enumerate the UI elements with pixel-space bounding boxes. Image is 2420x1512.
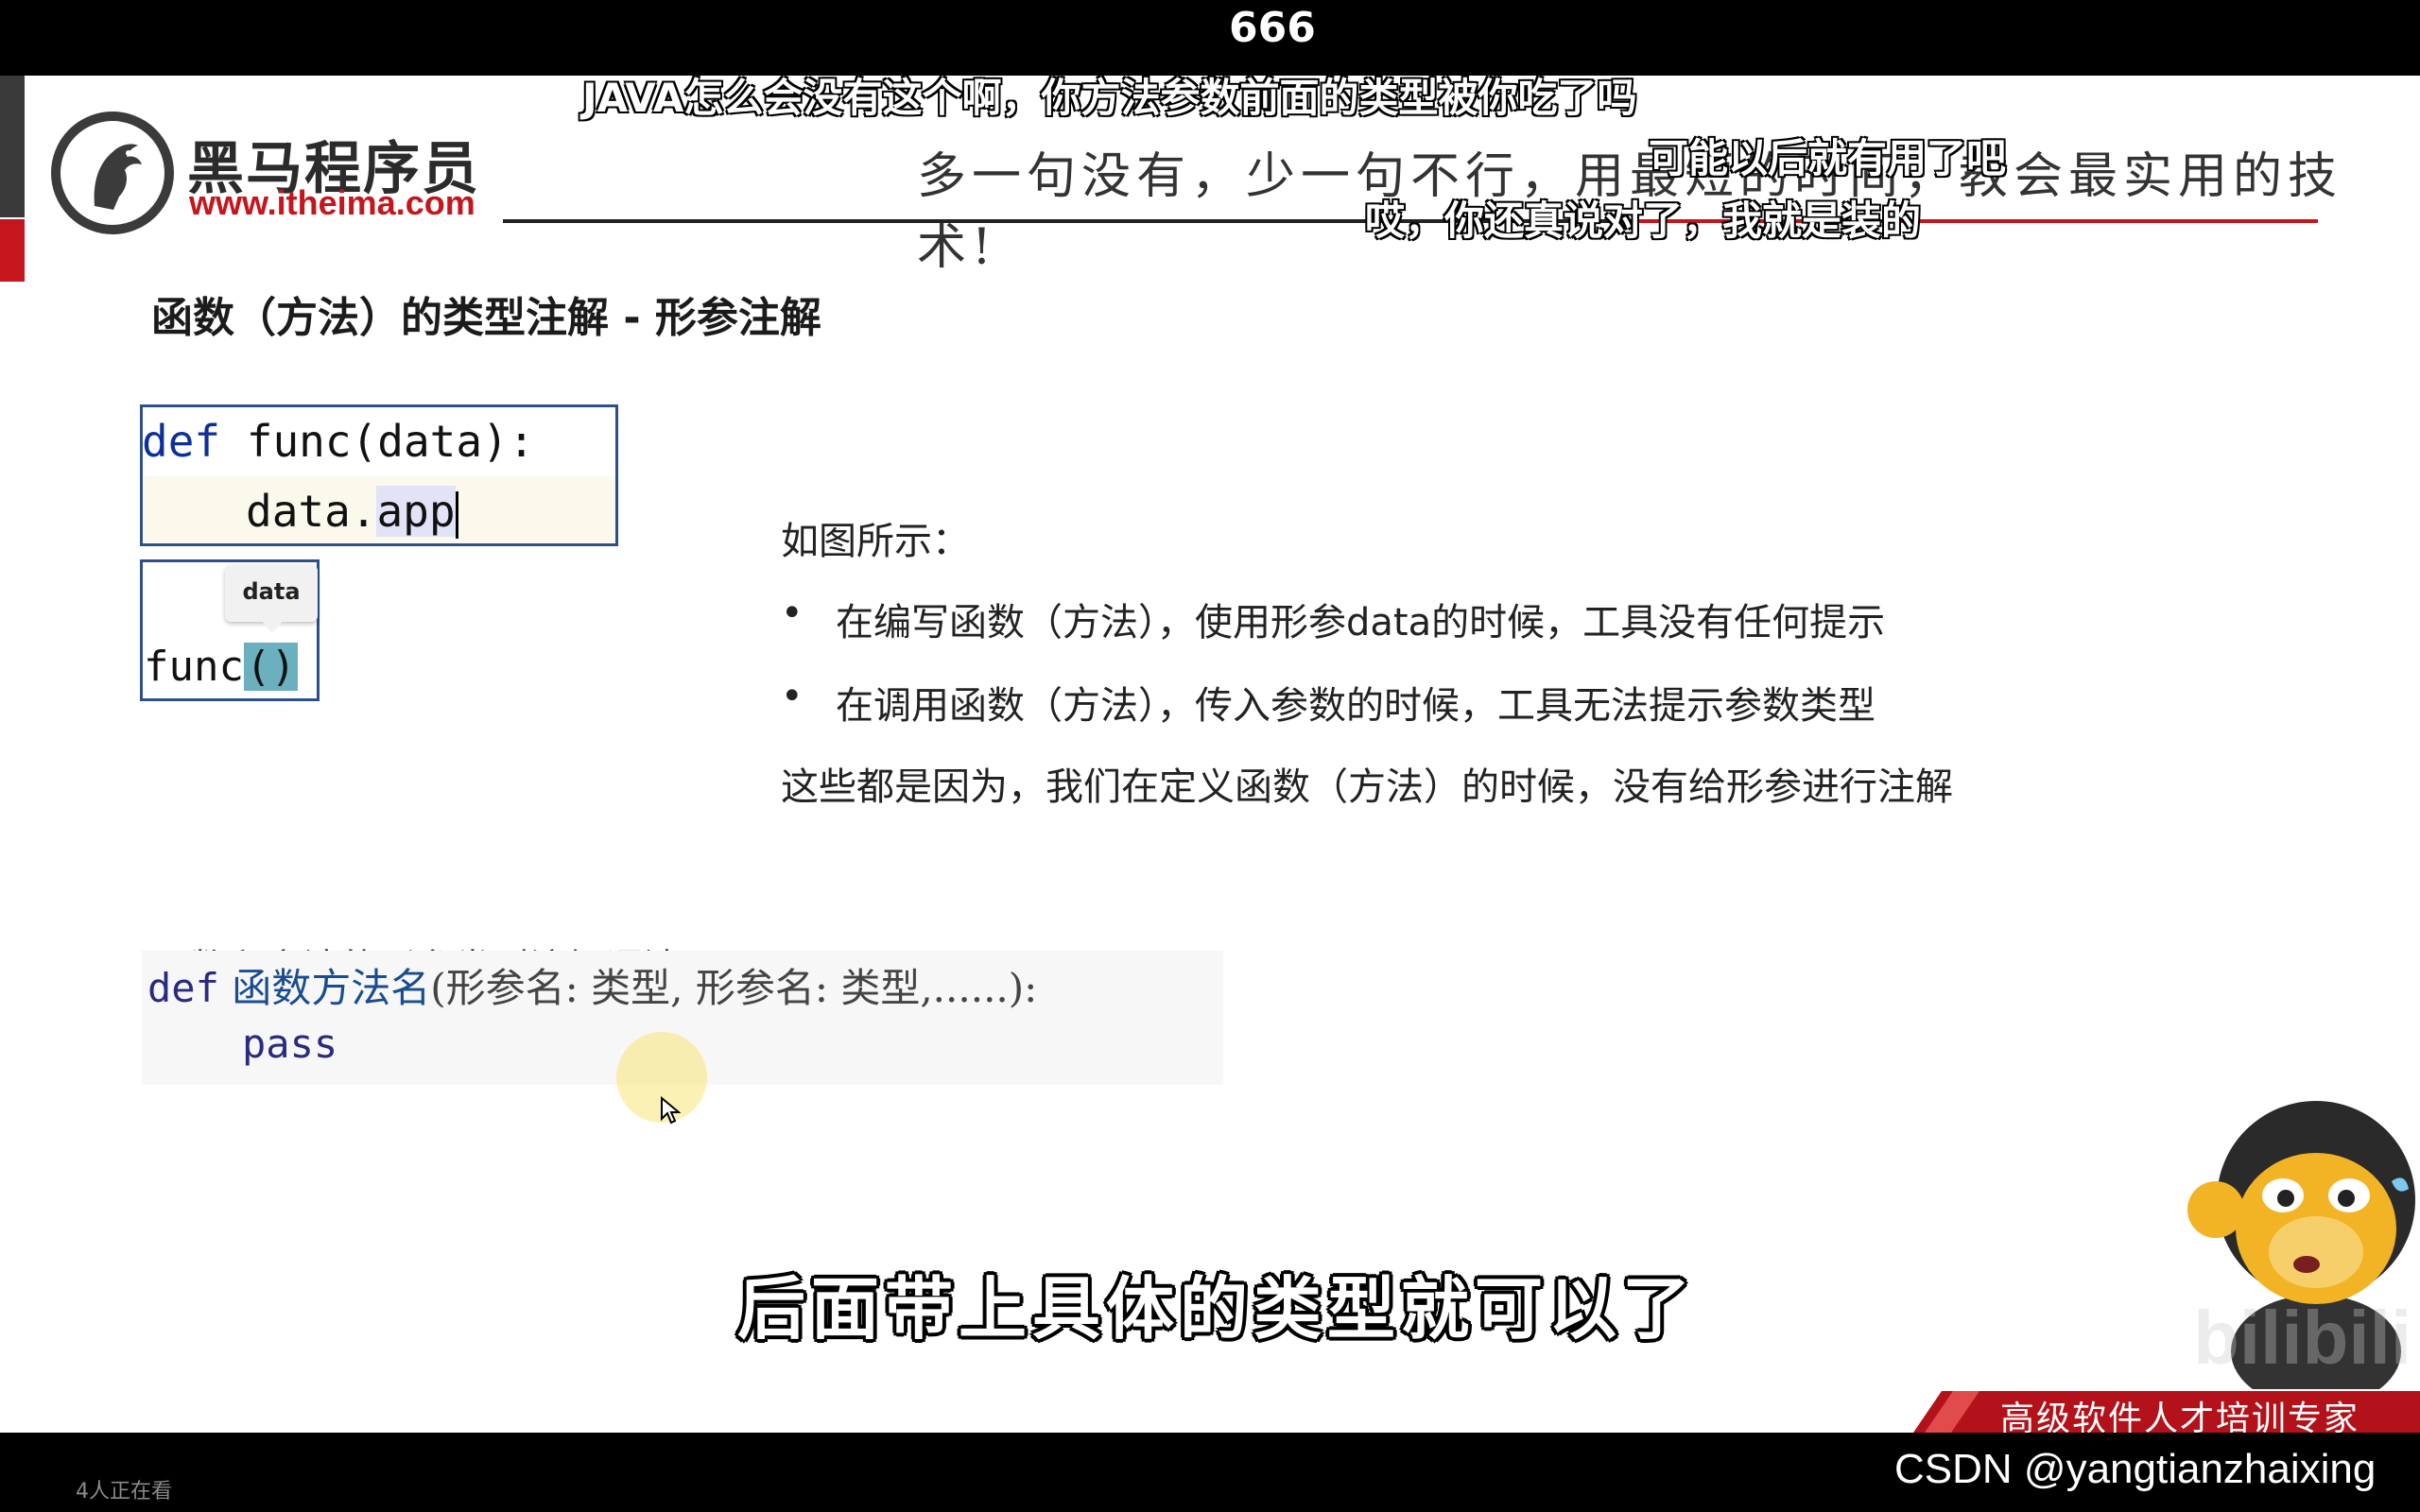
- danmaku-666: 666: [1229, 4, 1316, 52]
- logo-url: www.itheima.com: [189, 183, 475, 222]
- bullet-dot: •: [781, 592, 804, 635]
- bilibili-watermark: bilibili: [2193, 1296, 2412, 1380]
- tooltip-arrow: [261, 620, 284, 633]
- top-bar: [0, 0, 2420, 76]
- syntax-func-name: 函数方法名: [232, 965, 431, 1011]
- func-signature: func(data):: [220, 416, 535, 467]
- text-caret: [455, 490, 458, 539]
- syntax-line-def: def 函数方法名(形参名: 类型, 形参名: 类型,......):: [147, 956, 1037, 1014]
- func-call-parens: (): [243, 643, 298, 691]
- csdn-watermark: CSDN @yangtianzhaixing: [1894, 1446, 2377, 1492]
- slide: 黑马程序员 www.itheima.com 多一句没有，少一句不行，用最短的时间…: [0, 76, 2420, 1433]
- horse-logo-icon: [94, 144, 142, 210]
- code-line-body: data.app: [246, 486, 458, 539]
- syntax-params: (形参名: 类型, 形参名: 类型,......):: [430, 965, 1038, 1011]
- mouse-cursor-icon: [661, 1096, 681, 1125]
- description-heading: 如图所示：: [781, 520, 970, 563]
- data-prefix: data.: [246, 486, 377, 537]
- func-call-name: func: [144, 643, 244, 691]
- bullet-dot: •: [781, 675, 804, 718]
- danmaku-comment: 可能以后就有用了吧: [1648, 134, 2007, 182]
- banner-text: 高级软件人才培训专家: [2000, 1400, 2360, 1433]
- left-strip-dark: [0, 76, 25, 217]
- video-subtitle: 后面带上具体的类型就可以了: [737, 1269, 1697, 1349]
- typed-text: app: [376, 486, 456, 537]
- description-conclusion: 这些都是因为，我们在定义函数（方法）的时候，没有给形参进行注解: [781, 765, 1953, 809]
- func-call: func(): [144, 643, 298, 691]
- param-tooltip: data: [225, 565, 318, 622]
- left-strip-red: [0, 219, 25, 282]
- syntax-line-pass: pass: [242, 1021, 338, 1067]
- danmaku-comment: JAVA怎么会没有这个啊，你方法参数前面的类型被你吃了吗: [581, 74, 1637, 122]
- code-line-def: def func(data):: [142, 416, 534, 467]
- def-keyword: def: [147, 965, 219, 1011]
- section-title: 函数（方法）的类型注解 - 形参注解: [151, 294, 821, 342]
- bullet-text-2: 在调用函数（方法），传入参数的时候，工具无法提示参数类型: [836, 684, 1876, 728]
- bullet-text-1: 在编写函数（方法），使用形参data的时候，工具没有任何提示: [836, 601, 1886, 644]
- danmaku-comment: 哎，你还真说对了，我就是装的: [1364, 197, 1922, 245]
- viewer-count: 4人正在看: [76, 1480, 172, 1503]
- def-keyword: def: [142, 416, 221, 467]
